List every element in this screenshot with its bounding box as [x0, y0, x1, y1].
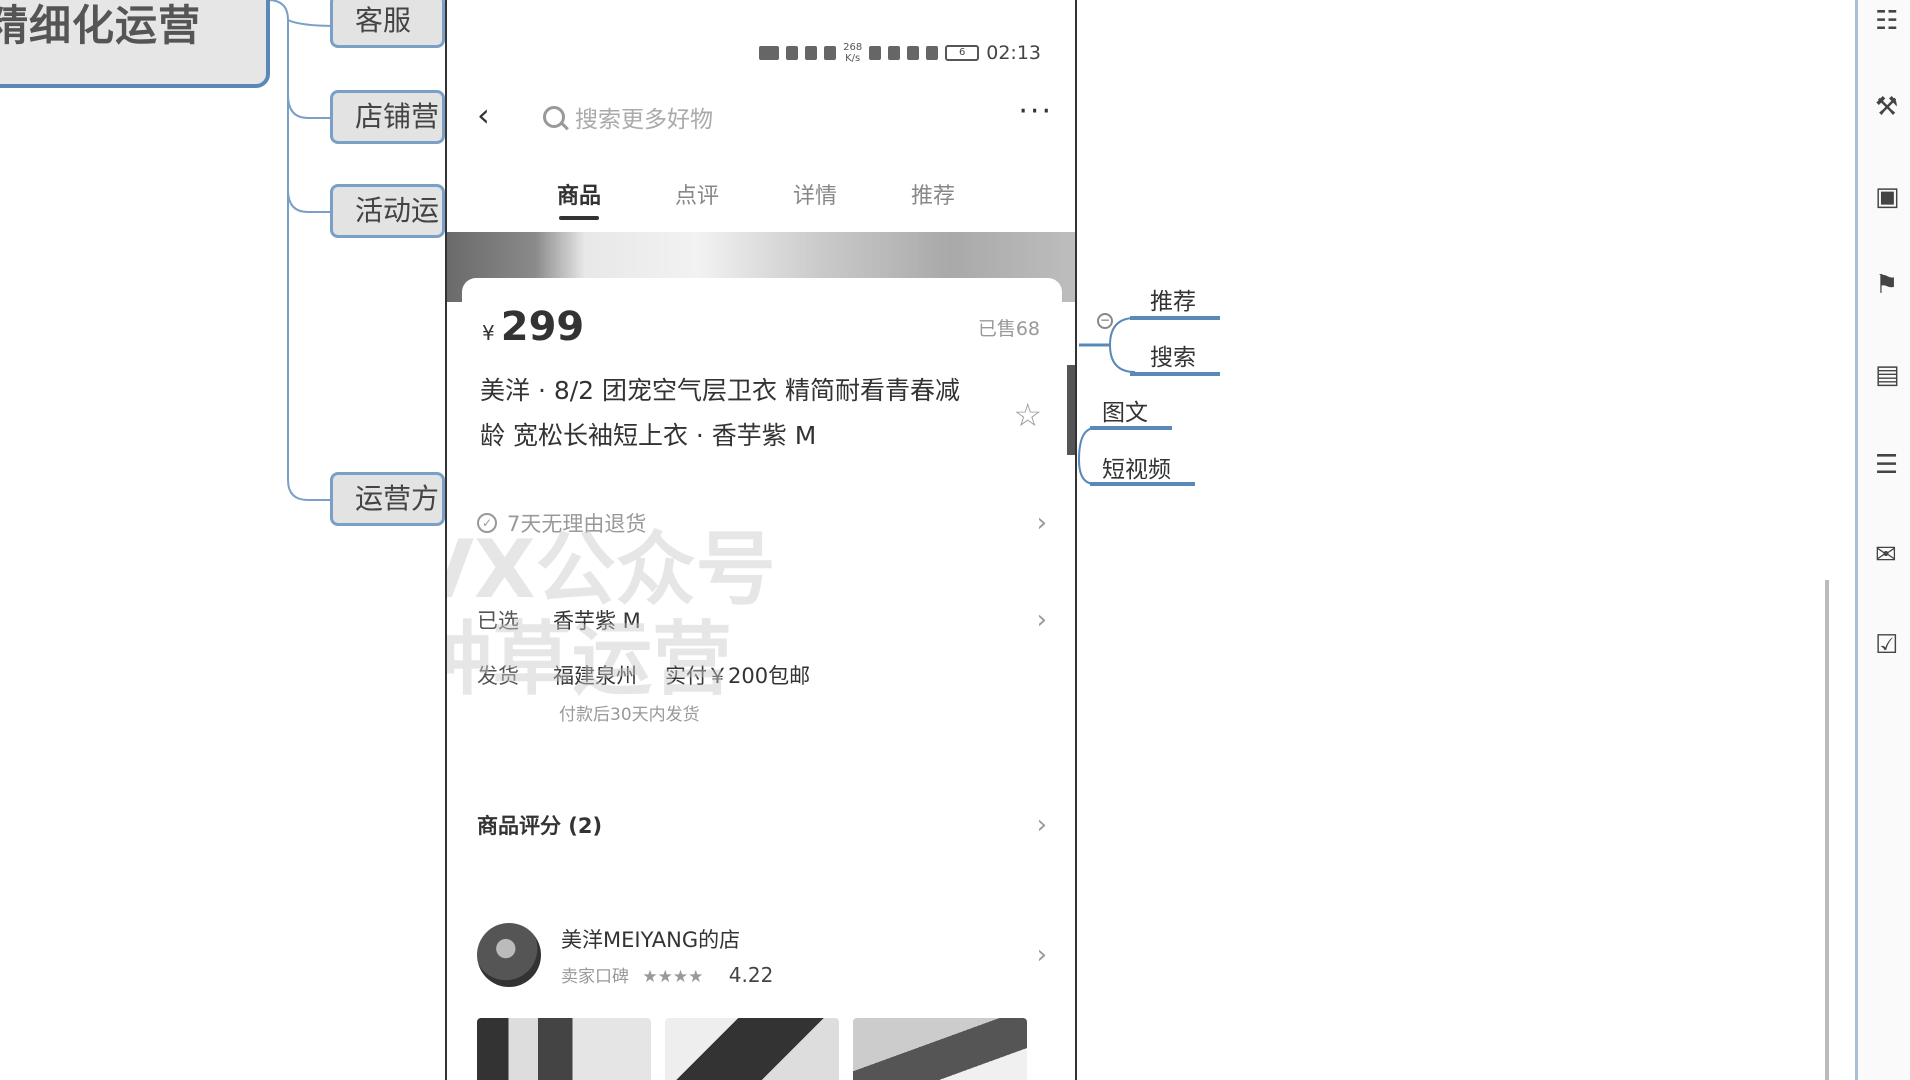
chevron-right-icon: ›	[1036, 940, 1047, 970]
mindmap-sub-recommend[interactable]: 推荐	[1150, 282, 1196, 316]
search-icon	[543, 106, 565, 128]
flag-icon[interactable]: ⚑	[1875, 270, 1907, 300]
shipping-row[interactable]: 发货 福建泉州 实付￥200包邮	[477, 660, 1047, 690]
top-navigation: ‹ 搜索更多好物 ···	[447, 90, 1075, 142]
mindmap-node-label: 店铺营	[355, 100, 440, 133]
mindmap-sub-underline	[1090, 482, 1195, 486]
shop-thumbnail[interactable]	[477, 1018, 651, 1080]
signal-icon	[805, 46, 818, 60]
net-speed: 268 K/s	[843, 42, 862, 64]
right-toolbar: ☷ ⚒ ▣ ⚑ ▤ ☰ ✉ ☑	[1855, 0, 1910, 1080]
tab-recommend[interactable]: 推荐	[911, 178, 1029, 218]
currency-symbol: ¥	[482, 321, 495, 345]
favorite-star-icon[interactable]: ☆	[1013, 396, 1042, 434]
net-speed-value: 268	[843, 42, 863, 53]
return-policy-text: 7天无理由退货	[507, 512, 647, 536]
tab-reviews[interactable]: 点评	[675, 178, 793, 218]
more-icon[interactable]: ···	[1018, 94, 1053, 129]
selected-spec-row[interactable]: 已选 香芋紫 M ›	[477, 605, 1047, 635]
price-card: ¥299 已售68 美洋 · 8/2 团宠空气层卫衣 精简耐看青春减龄 宽松长袖…	[462, 278, 1062, 468]
selected-value: 香芋紫 M	[553, 609, 641, 633]
signal-icon	[786, 46, 799, 60]
tab-goods[interactable]: 商品	[557, 178, 675, 220]
shop-thumbnail[interactable]	[665, 1018, 839, 1080]
shop-row[interactable]: 美洋MEIYANG的店 卖家口碑 ★★★★ 4.22 ›	[477, 920, 1047, 990]
ship-note: 付款后30天内发货	[559, 705, 700, 725]
reviews-title: 商品评分 (2)	[477, 814, 603, 838]
scrollbar-thumb[interactable]	[1067, 365, 1075, 455]
image-icon[interactable]: ▣	[1875, 182, 1907, 212]
hammer-icon[interactable]: ⚒	[1875, 92, 1907, 122]
return-policy-row[interactable]: ✓ 7天无理由退货 ›	[477, 508, 1047, 538]
status-bar: 268 K/s 6 02:13	[759, 38, 1041, 68]
rating-stars: ★★★★	[642, 966, 704, 987]
comment-icon[interactable]: ✉	[1875, 540, 1907, 570]
mindmap-node-ops-method[interactable]: 运营方	[330, 472, 445, 526]
mindmap-collapse-toggle[interactable]: −	[1097, 313, 1113, 329]
net-speed-unit: K/s	[845, 53, 861, 64]
product-title: 美洋 · 8/2 团宠空气层卫衣 精简耐看青春减龄 宽松长袖短上衣 · 香芋紫 …	[480, 376, 960, 450]
mindmap-sub-search[interactable]: 搜索	[1150, 338, 1196, 372]
ship-cost: 实付￥200包邮	[665, 664, 811, 688]
mindmap-sub-short-video[interactable]: 短视频	[1102, 450, 1171, 484]
eye-icon	[907, 46, 920, 60]
ship-label: 发货	[477, 664, 519, 688]
canvas-scrollbar[interactable]	[1825, 580, 1829, 1080]
shop-rating: 卖家口碑 ★★★★ 4.22	[561, 962, 773, 987]
shop-thumbnails	[477, 1018, 1027, 1080]
price-value: 299	[500, 304, 585, 350]
mindmap-sub-graphic[interactable]: 图文	[1102, 393, 1148, 427]
template-icon[interactable]: ▤	[1875, 360, 1907, 390]
search-placeholder: 搜索更多好物	[575, 107, 713, 133]
mindmap-node-activity-ops[interactable]: 活动运	[330, 184, 445, 238]
mindmap-sub-underline	[1130, 372, 1220, 376]
mindmap-node-customer-service[interactable]: 客服	[330, 0, 445, 48]
wifi-icon	[824, 46, 837, 60]
mindmap-node-store-ops[interactable]: 店铺营	[330, 90, 445, 144]
chevron-right-icon: ›	[1036, 508, 1047, 538]
shop-info: 美洋MEIYANG的店 卖家口碑 ★★★★ 4.22	[561, 924, 773, 987]
shop-score: 4.22	[728, 962, 774, 987]
outline-icon[interactable]: ☷	[1875, 6, 1907, 36]
search-input[interactable]: 搜索更多好物	[543, 98, 843, 136]
mindmap-root-label: 精细化运营	[0, 1, 202, 50]
tab-details[interactable]: 详情	[793, 178, 911, 218]
phone-screen: 268 K/s 6 02:13 ‹ 搜索更多好物 ··· 商品 点评 详情 推荐…	[445, 0, 1077, 1080]
chevron-right-icon: ›	[1036, 810, 1047, 840]
chevron-right-icon: ›	[1036, 605, 1047, 635]
sold-count: 已售68	[977, 318, 1040, 340]
mindmap-node-label: 活动运	[355, 194, 440, 227]
shop-thumbnail[interactable]	[853, 1018, 1027, 1080]
mindmap-root-node[interactable]: 精细化运营	[0, 0, 270, 88]
tab-bar: 商品 点评 详情 推荐	[557, 178, 1029, 220]
cast-icon	[888, 46, 901, 60]
mindmap-sub-underline	[1130, 316, 1220, 320]
back-icon[interactable]: ‹	[477, 99, 503, 131]
hd-icon	[759, 46, 780, 60]
shop-rating-label: 卖家口碑	[561, 966, 629, 987]
mindmap-node-label: 运营方	[355, 482, 440, 515]
task-icon[interactable]: ☑	[1875, 630, 1907, 660]
shop-avatar[interactable]	[477, 923, 541, 987]
shop-name: 美洋MEIYANG的店	[561, 927, 741, 952]
battery-icon: 6	[945, 45, 980, 61]
mindmap-sub-underline	[1090, 426, 1172, 430]
ship-from: 福建泉州	[553, 664, 637, 688]
selected-label: 已选	[477, 609, 519, 633]
bluetooth-icon	[926, 46, 939, 60]
note-icon[interactable]: ☰	[1875, 450, 1907, 480]
price: ¥299	[482, 304, 584, 350]
nfc-icon	[869, 46, 882, 60]
check-circle-icon: ✓	[477, 513, 497, 533]
reviews-row[interactable]: 商品评分 (2) ›	[477, 810, 1047, 840]
clock: 02:13	[986, 42, 1041, 64]
mindmap-node-label: 客服	[355, 4, 412, 37]
